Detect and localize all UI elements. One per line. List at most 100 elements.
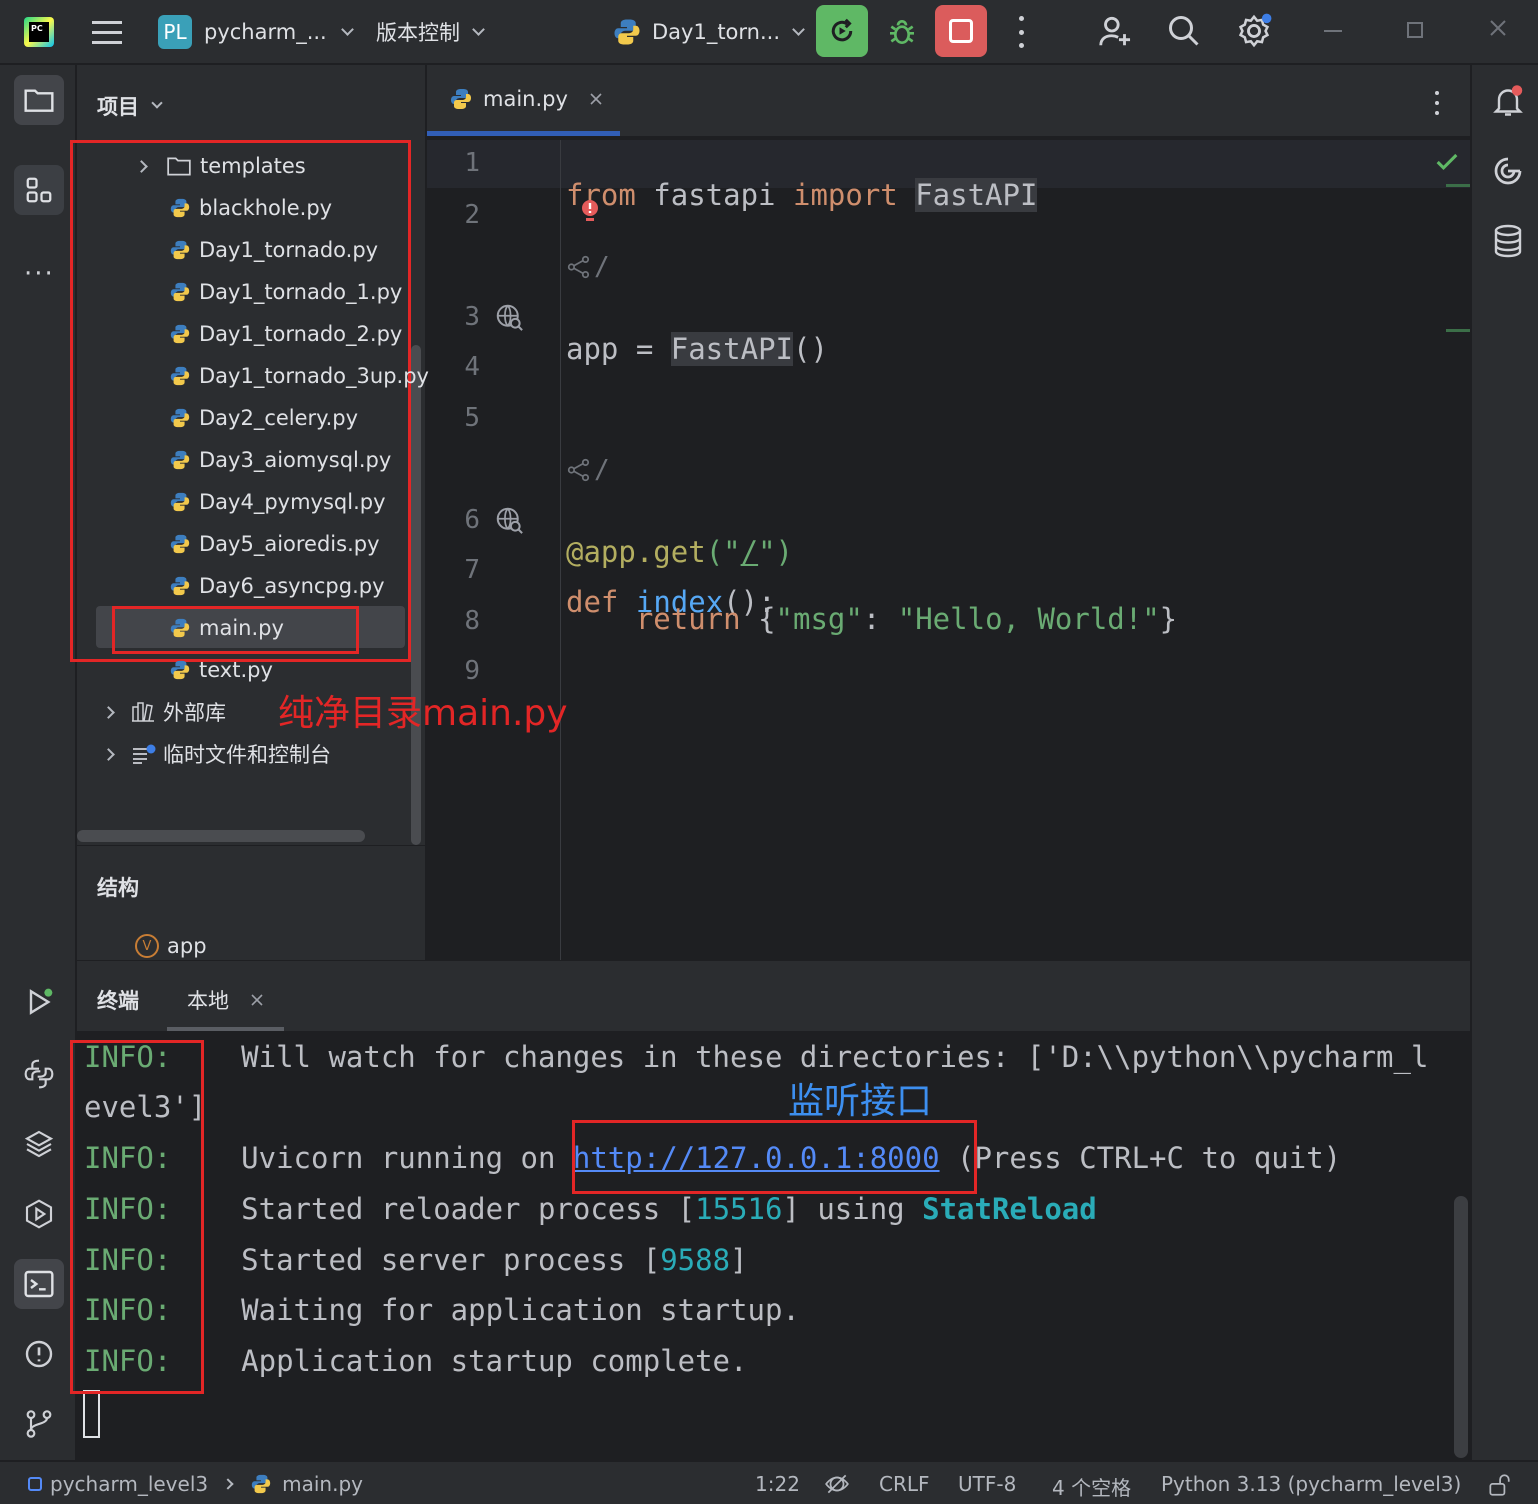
tree-file[interactable]: main.py	[169, 607, 284, 649]
tree-folder[interactable]: templates	[135, 145, 306, 187]
minimize-icon[interactable]	[1324, 30, 1342, 32]
rerun-button[interactable]	[816, 5, 868, 57]
python-file-icon	[170, 366, 190, 386]
terminal-tool-icon[interactable]	[14, 1259, 64, 1309]
endpoint-globe-icon[interactable]	[494, 505, 524, 535]
external-libraries-label: 外部库	[163, 701, 226, 725]
terminal-tab-local[interactable]: 本地	[187, 985, 265, 1015]
endpoint-globe-icon[interactable]	[494, 302, 524, 332]
project-selector[interactable]: PL pycharm_...	[158, 14, 354, 50]
tree-file[interactable]: Day1_tornado_1.py	[169, 271, 402, 313]
terminal-title: 终端	[97, 989, 139, 1013]
more-actions-icon[interactable]	[1014, 16, 1028, 48]
pycharm-logo-icon[interactable]: PC	[24, 17, 54, 47]
main-menu-icon[interactable]	[92, 18, 122, 46]
python-console-icon[interactable]	[14, 1049, 64, 1099]
more-tools-icon[interactable]: ···	[24, 259, 55, 289]
share-icon	[567, 255, 590, 279]
tree-file[interactable]: Day5_aioredis.py	[169, 523, 380, 565]
structure-panel: 结构 V app	[77, 846, 426, 960]
tree-item-label: Day2_celery.py	[199, 406, 359, 430]
breadcrumb[interactable]: pycharm_level3 main.py	[28, 1472, 363, 1496]
python-file-icon	[170, 198, 190, 218]
indent-setting[interactable]: 4 个空格	[1052, 1472, 1131, 1501]
python-packages-icon[interactable]	[14, 1119, 64, 1169]
bug-icon	[890, 20, 914, 44]
tree-file[interactable]: Day2_celery.py	[169, 397, 358, 439]
scratches-label: 临时文件和控制台	[163, 743, 331, 767]
line-number: 5	[464, 403, 480, 433]
line-number: 9	[464, 656, 480, 686]
file-encoding[interactable]: UTF-8	[958, 1472, 1016, 1496]
editor-more-icon[interactable]	[1432, 91, 1442, 115]
project-badge: PL	[158, 15, 192, 49]
breadcrumb-file: main.py	[282, 1472, 363, 1496]
maximize-icon[interactable]	[1407, 22, 1423, 38]
tree-item-label: Day5_aioredis.py	[199, 532, 380, 556]
close-tab-icon[interactable]	[588, 91, 604, 107]
project-panel-header[interactable]: 项目	[97, 91, 163, 121]
project-tool-icon[interactable]	[14, 75, 64, 125]
tab-label: main.py	[483, 87, 568, 111]
close-tab-icon[interactable]	[249, 992, 265, 1008]
code-with-me-icon[interactable]	[1096, 12, 1134, 54]
problems-icon[interactable]	[14, 1329, 64, 1379]
code-line-1: from fastapi import FastAPI	[566, 178, 1038, 212]
annotation-listen-port: 监听接口	[788, 1081, 933, 1122]
python-file-icon	[170, 408, 190, 428]
variable-icon: V	[135, 934, 159, 958]
status-bar: pycharm_level3 main.py 1:22 CRLF UTF-8 4…	[0, 1461, 1538, 1504]
database-icon[interactable]	[1490, 223, 1526, 259]
chevron-right-icon	[102, 705, 115, 719]
tree-item-label: text.py	[199, 658, 273, 682]
tree-file[interactable]: Day1_tornado_2.py	[169, 313, 402, 355]
ai-assistant-icon[interactable]	[1490, 153, 1526, 189]
usages-hint[interactable]: /	[566, 252, 610, 282]
tree-file[interactable]: Day6_asyncpg.py	[169, 565, 385, 607]
terminal-tab-label: 本地	[187, 989, 229, 1013]
tree-item-label: Day1_tornado.py	[199, 238, 379, 262]
no-problems-check-icon[interactable]	[1433, 148, 1461, 176]
structure-tool-icon[interactable]	[14, 165, 64, 215]
line-separator[interactable]: CRLF	[879, 1472, 930, 1496]
lock-open-icon[interactable]	[1486, 1472, 1512, 1498]
terminal-scrollbar[interactable]	[1454, 1196, 1468, 1458]
python-file-icon	[170, 240, 190, 260]
python-interpreter[interactable]: Python 3.13 (pycharm_level3)	[1161, 1472, 1461, 1496]
vcs-menu[interactable]: 版本控制	[376, 17, 485, 47]
settings-gear-icon[interactable]	[1235, 12, 1273, 54]
terminal-header: 终端 本地	[77, 961, 1470, 1031]
structure-item-label: app	[167, 934, 207, 958]
tree-file[interactable]: Day1_tornado_3up.py	[169, 355, 429, 397]
debug-button[interactable]	[882, 12, 922, 52]
usages-hint[interactable]: /	[566, 455, 610, 485]
run-config-selector[interactable]: Day1_torn...	[612, 14, 805, 50]
tree-file[interactable]: text.py	[169, 649, 273, 691]
inspections-off-icon[interactable]	[824, 1471, 850, 1497]
tree-external-libraries[interactable]: 外部库	[102, 691, 226, 733]
tree-file[interactable]: blackhole.py	[169, 187, 332, 229]
git-icon[interactable]	[14, 1399, 64, 1449]
vcs-label: 版本控制	[376, 21, 460, 45]
close-window-icon[interactable]	[1486, 16, 1510, 40]
tree-file[interactable]: Day1_tornado.py	[169, 229, 378, 271]
services-icon[interactable]	[14, 1189, 64, 1239]
run-tool-icon[interactable]	[14, 977, 64, 1027]
structure-item-app[interactable]: V app	[135, 934, 207, 958]
notifications-bell-icon[interactable]	[1490, 83, 1526, 119]
tree-item-label: Day3_aiomysql.py	[199, 448, 392, 472]
chevron-down-icon	[472, 22, 485, 36]
tree-scratches[interactable]: 临时文件和控制台	[102, 733, 331, 775]
intention-bulb-icon[interactable]	[578, 198, 602, 226]
tree-file[interactable]: Day4_pymysql.py	[169, 481, 386, 523]
chevron-down-icon	[340, 22, 354, 36]
search-icon[interactable]	[1166, 13, 1202, 53]
tree-item-label: templates	[200, 154, 306, 178]
tab-main-py[interactable]: main.py	[449, 87, 604, 111]
stop-button[interactable]	[935, 5, 987, 57]
tree-item-label: main.py	[199, 616, 284, 640]
python-file-icon	[170, 492, 190, 512]
tree-file[interactable]: Day3_aiomysql.py	[169, 439, 391, 481]
project-h-scrollbar[interactable]	[77, 830, 365, 842]
caret-position[interactable]: 1:22	[755, 1472, 800, 1496]
